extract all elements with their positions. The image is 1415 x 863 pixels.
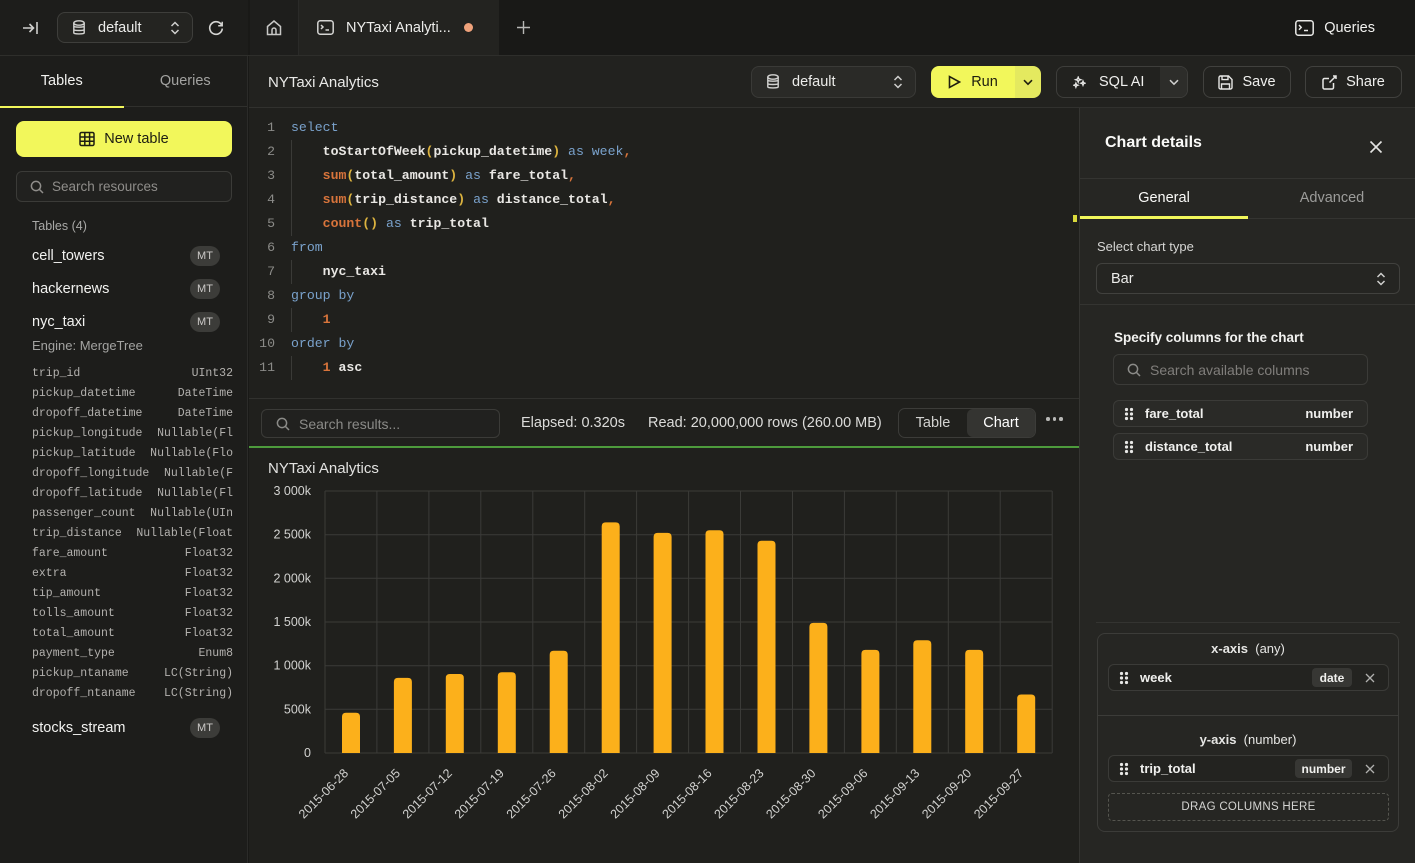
svg-text:500k: 500k xyxy=(284,702,312,716)
svg-text:2015-07-26: 2015-07-26 xyxy=(504,766,559,821)
svg-text:2015-09-13: 2015-09-13 xyxy=(867,766,922,821)
svg-text:2015-06-28: 2015-06-28 xyxy=(296,766,351,821)
svg-text:2015-08-23: 2015-08-23 xyxy=(712,766,767,821)
svg-text:2015-07-19: 2015-07-19 xyxy=(452,766,507,821)
svg-text:2 000k: 2 000k xyxy=(273,571,311,585)
svg-text:2015-08-02: 2015-08-02 xyxy=(556,766,611,821)
svg-text:2015-08-30: 2015-08-30 xyxy=(763,766,818,821)
svg-text:2015-09-20: 2015-09-20 xyxy=(919,766,974,821)
svg-text:2015-07-12: 2015-07-12 xyxy=(400,766,455,821)
svg-text:2015-08-16: 2015-08-16 xyxy=(660,766,715,821)
svg-text:2015-09-27: 2015-09-27 xyxy=(971,766,1026,821)
svg-text:2015-08-09: 2015-08-09 xyxy=(608,766,663,821)
svg-text:2 500k: 2 500k xyxy=(273,528,311,542)
svg-text:1 000k: 1 000k xyxy=(273,659,311,673)
svg-text:1 500k: 1 500k xyxy=(273,615,311,629)
svg-text:2015-07-05: 2015-07-05 xyxy=(348,766,403,821)
svg-text:2015-09-06: 2015-09-06 xyxy=(815,766,870,821)
svg-text:0: 0 xyxy=(304,746,311,760)
svg-text:3 000k: 3 000k xyxy=(273,484,311,498)
